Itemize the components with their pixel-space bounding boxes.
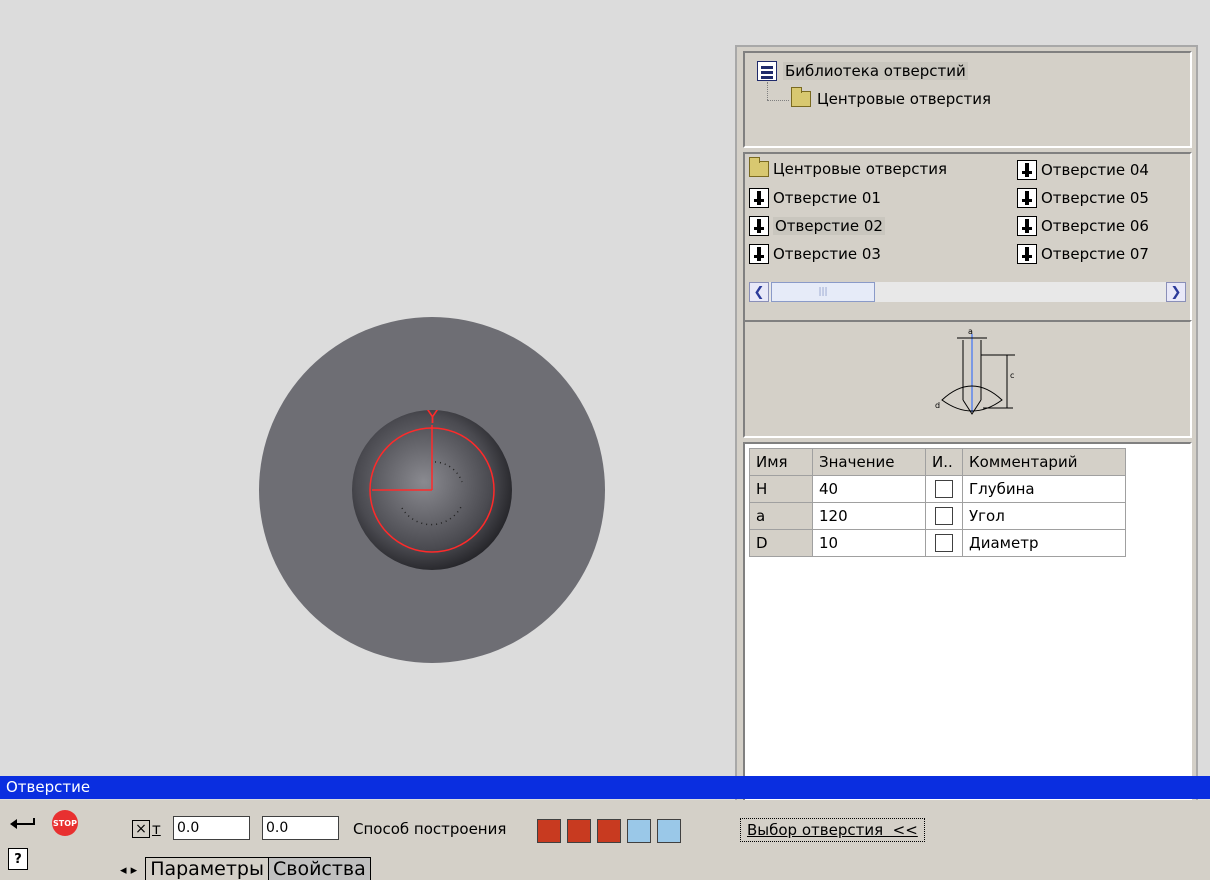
checkbox[interactable] — [935, 534, 953, 552]
axis-y-label: Y — [426, 407, 439, 428]
table-row[interactable]: D 10 Диаметр — [749, 529, 1126, 557]
list-item-label: Отверстие 03 — [773, 245, 881, 263]
panel-tabs: ◂ ▸ Параметры Свойства — [120, 857, 371, 880]
library-icon — [757, 61, 777, 81]
param-value[interactable]: 40 — [812, 475, 926, 503]
param-flag[interactable] — [925, 529, 963, 557]
param-value[interactable]: 10 — [812, 529, 926, 557]
point-snap-icon[interactable]: × — [132, 820, 150, 838]
x-coordinate-field[interactable]: 0.0 — [173, 816, 250, 840]
hole-icon — [749, 188, 769, 208]
table-row[interactable]: H 40 Глубина — [749, 475, 1126, 503]
scroll-thumb[interactable]: ||| — [771, 282, 875, 302]
hole-library-panel: Библиотека отверстий Центровые отверстия… — [735, 45, 1198, 835]
param-name: H — [749, 475, 813, 503]
list-item-label: Отверстие 05 — [1041, 189, 1149, 207]
param-comment: Глубина — [962, 475, 1126, 503]
parameters-table: Имя Значение И.. Комментарий H 40 Глубин… — [749, 448, 1126, 557]
preview-label-c: c — [1010, 371, 1014, 380]
list-item[interactable]: Отверстие 01 — [749, 188, 881, 208]
method-1-icon[interactable] — [537, 819, 561, 843]
list-item[interactable]: Отверстие 07 — [1017, 244, 1149, 264]
hole-icon — [749, 216, 769, 236]
tree-root-row[interactable]: Библиотека отверстий — [757, 61, 968, 81]
hole-icon — [1017, 216, 1037, 236]
list-item[interactable]: Центровые отверстия — [749, 157, 948, 178]
hole-icon — [1017, 160, 1037, 180]
property-panel-title: Отверстие — [0, 776, 1210, 799]
tab-parameters[interactable]: Параметры — [145, 857, 268, 880]
param-value[interactable]: 120 — [812, 502, 926, 530]
list-item[interactable]: Отверстие 04 — [1017, 160, 1149, 180]
method-4-icon[interactable] — [627, 819, 651, 843]
hole-list[interactable]: Центровые отверстия Отверстие 01 Отверст… — [743, 152, 1192, 322]
col-comment-header[interactable]: Комментарий — [962, 448, 1126, 476]
y-coordinate-field[interactable]: 0.0 — [262, 816, 339, 840]
folder-icon — [791, 87, 811, 107]
list-item-selected[interactable]: Отверстие 02 — [749, 216, 885, 236]
hole-preview-drawing: a c d — [935, 327, 1015, 415]
list-item-label: Отверстие 02 — [773, 217, 885, 235]
list-item[interactable]: Отверстие 05 — [1017, 188, 1149, 208]
col-value-header[interactable]: Значение — [812, 448, 926, 476]
library-tree[interactable]: Библиотека отверстий Центровые отверстия — [743, 51, 1192, 148]
param-flag[interactable] — [925, 475, 963, 503]
help-icon[interactable]: ? — [8, 848, 28, 870]
preview-label-d: d — [935, 401, 940, 410]
method-2-icon[interactable] — [567, 819, 591, 843]
col-name-header[interactable]: Имя — [749, 448, 813, 476]
select-hole-button[interactable]: Выбор отверстия << — [740, 818, 925, 842]
tab-scroll-arrows[interactable]: ◂ ▸ — [120, 863, 137, 878]
scroll-right-button[interactable]: ❯ — [1166, 282, 1186, 302]
tree-child-row[interactable]: Центровые отверстия — [791, 87, 992, 108]
list-item-label: Отверстие 04 — [1041, 161, 1149, 179]
preview-label-a: a — [968, 327, 973, 336]
list-item-label: Отверстие 07 — [1041, 245, 1149, 263]
point-label: т — [152, 820, 161, 838]
scroll-left-button[interactable]: ❮ — [749, 282, 769, 302]
tree-child-label: Центровые отверстия — [817, 90, 992, 108]
checkbox[interactable] — [935, 480, 953, 498]
hole-icon — [749, 244, 769, 264]
folder-icon — [749, 157, 769, 177]
hole-preview: a c d — [743, 320, 1192, 438]
table-header-row: Имя Значение И.. Комментарий — [749, 448, 1126, 476]
horizontal-scrollbar[interactable]: ❮ ||| ❯ — [749, 282, 1186, 302]
enter-arrow-icon[interactable] — [8, 812, 38, 832]
method-label: Способ построения — [353, 820, 507, 838]
method-3-icon[interactable] — [597, 819, 621, 843]
param-comment: Угол — [962, 502, 1126, 530]
stop-icon[interactable]: STOP — [52, 810, 78, 836]
list-item-label: Отверстие 06 — [1041, 217, 1149, 235]
param-name: a — [749, 502, 813, 530]
checkbox[interactable] — [935, 507, 953, 525]
hole-icon — [1017, 244, 1037, 264]
hole-icon — [1017, 188, 1037, 208]
list-item[interactable]: Отверстие 03 — [749, 244, 881, 264]
list-item-label: Отверстие 01 — [773, 189, 881, 207]
param-comment: Диаметр — [962, 529, 1126, 557]
tree-root-label: Библиотека отверстий — [783, 62, 968, 80]
list-item-label: Центровые отверстия — [773, 160, 948, 178]
list-item[interactable]: Отверстие 06 — [1017, 216, 1149, 236]
table-row[interactable]: a 120 Угол — [749, 502, 1126, 530]
method-5-icon[interactable] — [657, 819, 681, 843]
tab-properties[interactable]: Свойства — [267, 857, 371, 880]
col-flag-header[interactable]: И.. — [925, 448, 963, 476]
param-flag[interactable] — [925, 502, 963, 530]
param-name: D — [749, 529, 813, 557]
